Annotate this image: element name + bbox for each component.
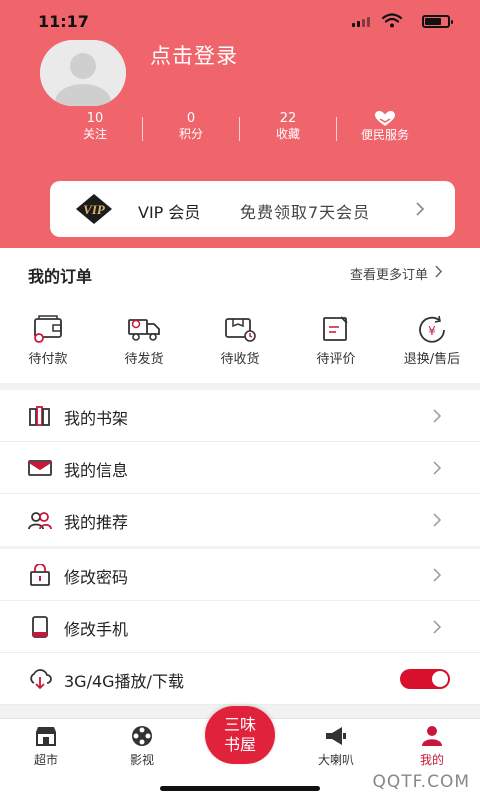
vip-logo-icon: VIP (76, 194, 112, 224)
review-icon (323, 316, 348, 341)
service-label: 便民服务 (360, 128, 409, 142)
orders-section: 我的订单 查看更多订单 待付款 待发货 待收货 待评价 ¥ 退换/售后 (0, 248, 480, 383)
watermark: QQTF.COM (372, 772, 470, 792)
tab-film[interactable]: 影视 (102, 725, 182, 768)
orders-more-link[interactable]: 查看更多订单 (350, 264, 428, 283)
status-bar: 11:17 (0, 0, 480, 42)
login-link[interactable]: 点击登录 (150, 40, 238, 70)
center-label-line1: 三味 (223, 715, 256, 734)
cloud-download-icon (30, 669, 52, 690)
vip-title: VIP 会员 (138, 203, 201, 222)
heart-hands-icon (375, 111, 395, 126)
person-icon (422, 726, 442, 746)
tab-megaphone[interactable]: 大喇叭 (296, 725, 376, 768)
truck-icon (128, 319, 160, 341)
order-pending-review[interactable]: 待评价 (296, 315, 376, 367)
tab-mine[interactable]: 我的 (392, 725, 472, 768)
refund-icon: ¥ (419, 315, 445, 343)
profile-header: 11:17 点击登录 10 关注 0 积分 22 收藏 便民服务 VIP VIP… (0, 0, 480, 248)
menu-item-mobile-data: 3G/4G播放/下载 (0, 653, 480, 705)
home-indicator (160, 786, 320, 791)
service-button[interactable]: 便民服务 (337, 111, 433, 143)
megaphone-icon (326, 727, 346, 745)
order-refund-service[interactable]: ¥ 退换/售后 (392, 315, 472, 367)
lock-icon (30, 564, 50, 586)
stat-value: 0 (186, 111, 196, 126)
chevron-right-icon (433, 568, 442, 582)
stat-value: 22 (279, 111, 297, 126)
stats-row: 10 关注 0 积分 22 收藏 便民服务 (0, 111, 480, 147)
menu-label: 我的推荐 (64, 513, 129, 532)
order-label: 待收货 (220, 352, 260, 367)
menu-item-recommend[interactable]: 我的推荐 (0, 494, 480, 546)
menu-group-primary: 我的书架 我的信息 我的推荐 (0, 390, 480, 546)
phone-icon (32, 616, 48, 638)
signal-icon (352, 17, 370, 27)
stat-favorites[interactable]: 22 收藏 (240, 111, 336, 142)
menu-item-change-password[interactable]: 修改密码 (0, 549, 480, 601)
order-pending-shipment[interactable]: 待发货 (104, 315, 184, 367)
bookshelf-icon (29, 406, 50, 426)
tab-bookstore-center-button[interactable]: 三味 书屋 (205, 706, 275, 764)
status-time: 11:17 (38, 12, 89, 31)
tab-label: 影视 (129, 753, 154, 767)
store-icon (36, 727, 56, 746)
order-pending-receipt[interactable]: 待收货 (200, 315, 280, 367)
order-label: 待发货 (124, 352, 164, 367)
chevron-right-icon (433, 461, 442, 475)
vip-card[interactable]: VIP VIP 会员 免费领取7天会员 (50, 181, 455, 237)
menu-item-messages[interactable]: 我的信息 (0, 442, 480, 494)
package-clock-icon (225, 318, 256, 342)
vip-logo-text: VIP (83, 202, 106, 217)
stat-label: 关注 (82, 127, 107, 141)
wifi-icon (382, 13, 402, 28)
avatar-placeholder-icon (40, 40, 126, 106)
vip-promo: 免费领取7天会员 (240, 203, 371, 222)
chevron-right-icon (433, 513, 442, 527)
battery-icon (422, 15, 453, 28)
menu-label: 修改手机 (64, 620, 129, 639)
tab-label: 大喇叭 (317, 753, 354, 767)
chevron-right-icon (433, 409, 442, 423)
stat-value: 10 (86, 111, 104, 126)
tab-label: 我的 (419, 753, 444, 767)
stat-label: 积分 (178, 127, 203, 141)
mobile-data-toggle[interactable] (400, 669, 450, 689)
wallet-icon (34, 315, 62, 343)
center-label-line2: 书屋 (223, 735, 256, 754)
avatar[interactable] (40, 40, 126, 106)
tab-supermarket[interactable]: 超市 (6, 725, 86, 768)
chevron-right-icon (433, 620, 442, 634)
tab-label: 超市 (33, 753, 58, 767)
order-pending-payment[interactable]: 待付款 (8, 315, 88, 367)
users-icon (28, 512, 52, 530)
menu-label: 3G/4G播放/下载 (64, 672, 184, 691)
menu-group-settings: 修改密码 修改手机 3G/4G播放/下载 (0, 549, 480, 705)
film-reel-icon (132, 726, 152, 746)
menu-label: 我的书架 (64, 409, 129, 428)
menu-label: 我的信息 (64, 461, 129, 480)
menu-label: 修改密码 (64, 568, 129, 587)
stat-points[interactable]: 0 积分 (143, 111, 239, 142)
order-label: 退换/售后 (403, 352, 461, 367)
menu-item-change-phone[interactable]: 修改手机 (0, 601, 480, 653)
chevron-right-icon (435, 265, 443, 278)
chevron-right-icon (416, 202, 425, 216)
menu-item-bookshelf[interactable]: 我的书架 (0, 390, 480, 442)
order-label: 待付款 (28, 352, 68, 367)
stat-label: 收藏 (275, 127, 300, 141)
svg-text:¥: ¥ (428, 324, 436, 338)
stat-follow[interactable]: 10 关注 (47, 111, 143, 142)
order-label: 待评价 (316, 352, 356, 367)
mail-icon (28, 460, 52, 476)
orders-title: 我的订单 (28, 267, 93, 286)
